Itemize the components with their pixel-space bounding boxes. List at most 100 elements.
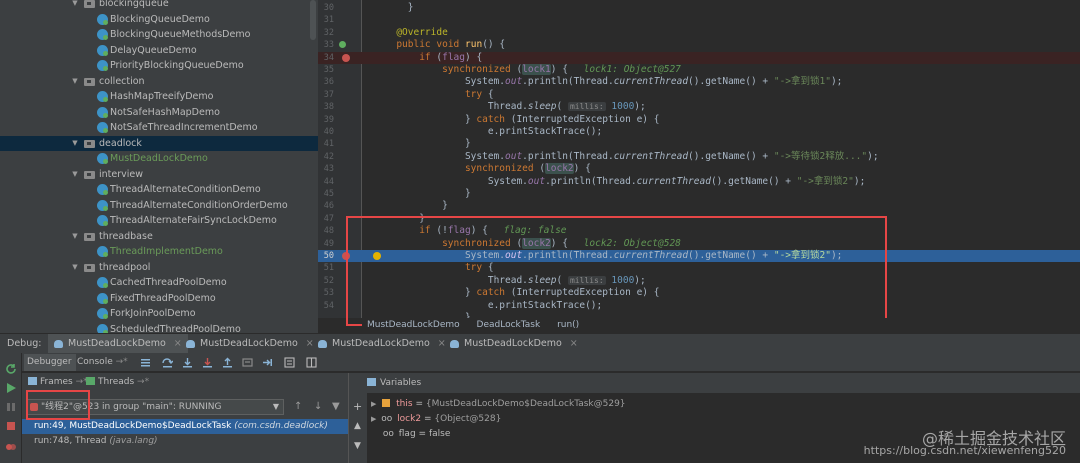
debug-tab-3[interactable]: MustDeadLockDemo × bbox=[312, 334, 452, 354]
code-line-53: } catch (InterruptedException e) { bbox=[362, 287, 660, 299]
chevron-down-icon[interactable]: ▼ bbox=[70, 136, 80, 152]
stop-icon[interactable] bbox=[5, 420, 17, 432]
tab-console[interactable]: Console →* bbox=[74, 354, 132, 371]
code-line-34: if (flag) { bbox=[362, 51, 1080, 64]
breadcrumb-class[interactable]: MustDeadLockDemo bbox=[367, 320, 460, 330]
evaluate-expression-icon[interactable] bbox=[284, 357, 295, 368]
line-number: 51 bbox=[323, 263, 334, 274]
run-to-cursor-icon[interactable] bbox=[262, 357, 273, 368]
line-number: 43 bbox=[323, 164, 334, 175]
tree-item-label: ForkJoinPoolDemo bbox=[110, 308, 196, 319]
tree-package[interactable]: ▼ deadlock bbox=[0, 135, 318, 152]
view-breakpoints-icon[interactable] bbox=[5, 441, 17, 453]
tree-item-label: interview bbox=[99, 168, 144, 180]
breadcrumb[interactable]: MustDeadLockDemo DeadLockTask run() bbox=[362, 318, 1080, 333]
project-tree: ▼ blockingqueue BlockingQueueDemo BlockingQ… bbox=[0, 0, 318, 333]
tree-package[interactable]: ▼ collection bbox=[0, 74, 318, 90]
breakpoint-icon[interactable] bbox=[342, 53, 350, 62]
tree-item-label: collection bbox=[99, 75, 145, 87]
tree-scrollbar[interactable] bbox=[310, 0, 316, 40]
tree-package[interactable]: ▼ interview bbox=[0, 167, 318, 183]
class-icon bbox=[97, 277, 108, 288]
code-line-43: synchronized (lock2) { bbox=[464, 163, 591, 175]
resume-icon[interactable] bbox=[5, 382, 17, 394]
tree-item-label: HashMapTreeifyDemo bbox=[110, 91, 214, 102]
bug-icon bbox=[54, 340, 63, 348]
editor-gutter[interactable]: 30 31 32 33 34 35 36 37 38 39 40 41 42 43 44 45 46 47 48 49… bbox=[318, 0, 362, 318]
drop-frame-icon[interactable] bbox=[242, 357, 253, 368]
tree-package[interactable]: ▼ blockingqueue bbox=[0, 0, 318, 12]
arrow-up-icon[interactable]: ↑ bbox=[294, 401, 302, 412]
tree-class[interactable]: PriorityBlockingQueueDemo bbox=[0, 58, 318, 74]
class-icon bbox=[97, 122, 108, 133]
tree-class[interactable]: ForkJoinPoolDemo bbox=[0, 306, 318, 322]
arrow-down-icon[interactable]: ▼ bbox=[354, 441, 361, 451]
pause-icon[interactable] bbox=[5, 401, 17, 413]
tree-class[interactable]: NotSafeHashMapDemo bbox=[0, 105, 318, 121]
package-icon bbox=[84, 139, 95, 148]
tab-debugger[interactable]: Debugger bbox=[24, 354, 76, 371]
line-number: 41 bbox=[323, 139, 334, 150]
debug-tab-4[interactable]: MustDeadLockDemo × bbox=[444, 334, 584, 354]
line-number: 49 bbox=[323, 238, 334, 249]
menu-icon[interactable] bbox=[140, 357, 151, 368]
variable-flag[interactable]: oo flag = false bbox=[371, 427, 451, 442]
line-number: 30 bbox=[323, 3, 334, 13]
tree-class[interactable]: CachedThreadPoolDemo bbox=[0, 275, 318, 291]
tree-class[interactable]: MustDeadLockDemo bbox=[0, 151, 318, 167]
line-number: 39 bbox=[323, 114, 334, 125]
frame-row[interactable]: run:49, MustDeadLockDemo$DeadLockTask (c… bbox=[22, 419, 348, 434]
tree-class[interactable]: NotSafeThreadIncrementDemo bbox=[0, 120, 318, 136]
line-number: 37 bbox=[323, 89, 334, 100]
chevron-down-icon[interactable]: ▼ bbox=[70, 229, 80, 245]
variable-this[interactable]: ▶ this = {MustDeadLockDemo$DeadLockTask@… bbox=[371, 397, 626, 412]
variable-lock2[interactable]: ▶ oo lock2 = {Object@528} bbox=[371, 412, 501, 427]
chevron-down-icon[interactable]: ▼ bbox=[70, 0, 80, 12]
step-out-icon[interactable] bbox=[222, 357, 233, 368]
code-editor[interactable]: } @Override public void run() { if (flag… bbox=[362, 0, 1080, 318]
force-step-into-icon[interactable] bbox=[202, 357, 213, 368]
tree-class[interactable]: ScheduledThreadPoolDemo bbox=[0, 322, 318, 333]
thread-selector[interactable]: "线程2"@523 in group "main": RUNNING ▼ bbox=[26, 399, 284, 415]
tree-class[interactable]: ThreadAlternateFairSyncLockDemo bbox=[0, 213, 318, 229]
tree-package[interactable]: ▼ threadbase bbox=[0, 229, 318, 245]
tree-item-label: ThreadAlternateConditionOrderDemo bbox=[110, 199, 288, 211]
variables-panel: Variables + ▲ ▼ ▶ this = {MustDeadLockDe… bbox=[348, 373, 1080, 463]
layout-icon[interactable] bbox=[306, 357, 317, 368]
class-icon bbox=[97, 91, 108, 102]
frame-row[interactable]: run:748, Thread (java.lang) bbox=[22, 434, 348, 449]
step-over-icon[interactable] bbox=[162, 357, 173, 368]
intention-bulb-icon[interactable] bbox=[373, 252, 381, 260]
tab-frames[interactable]: Frames →* bbox=[28, 377, 88, 387]
close-icon[interactable]: × bbox=[570, 338, 578, 349]
chevron-down-icon[interactable]: ▼ bbox=[70, 167, 80, 183]
chevron-down-icon[interactable]: ▼ bbox=[70, 260, 80, 276]
breakpoint-icon[interactable] bbox=[342, 252, 350, 260]
tree-class[interactable]: HashMapTreeifyDemo bbox=[0, 89, 318, 105]
tree-class[interactable]: BlockingQueueMethodsDemo bbox=[0, 27, 318, 43]
filter-icon[interactable]: ▼ bbox=[332, 401, 340, 412]
debug-tab-2[interactable]: MustDeadLockDemo × bbox=[180, 334, 320, 354]
code-line-52: Thread.sleep( millis: 1000); bbox=[487, 274, 646, 286]
breadcrumb-method[interactable]: run() bbox=[557, 320, 579, 330]
tab-threads[interactable]: Threads →* bbox=[86, 377, 149, 387]
chevron-down-icon[interactable]: ▼ bbox=[70, 74, 80, 90]
tree-class[interactable]: DelayQueueDemo bbox=[0, 43, 318, 59]
tree-class[interactable]: ThreadAlternateConditionDemo bbox=[0, 182, 318, 198]
add-watch-icon[interactable]: + bbox=[353, 400, 362, 413]
tree-item-label: MustDeadLockDemo bbox=[110, 153, 208, 164]
tree-class[interactable]: ThreadImplementDemo bbox=[0, 244, 318, 260]
override-method-icon[interactable] bbox=[339, 41, 346, 49]
tree-class[interactable]: BlockingQueueDemo bbox=[0, 12, 318, 28]
tree-item-label: PriorityBlockingQueueDemo bbox=[110, 60, 244, 71]
debug-tab-1[interactable]: MustDeadLockDemo × bbox=[48, 334, 188, 354]
rerun-icon[interactable] bbox=[5, 363, 17, 375]
tree-class[interactable]: ThreadAlternateConditionOrderDemo bbox=[0, 198, 318, 214]
class-icon bbox=[97, 153, 108, 164]
step-into-icon[interactable] bbox=[182, 357, 193, 368]
breadcrumb-inner-class[interactable]: DeadLockTask bbox=[477, 320, 541, 330]
arrow-up-icon[interactable]: ▲ bbox=[354, 421, 361, 431]
tree-package[interactable]: ▼ threadpool bbox=[0, 260, 318, 276]
arrow-down-icon[interactable]: ↓ bbox=[314, 401, 322, 412]
tree-class[interactable]: FixedThreadPoolDemo bbox=[0, 291, 318, 307]
